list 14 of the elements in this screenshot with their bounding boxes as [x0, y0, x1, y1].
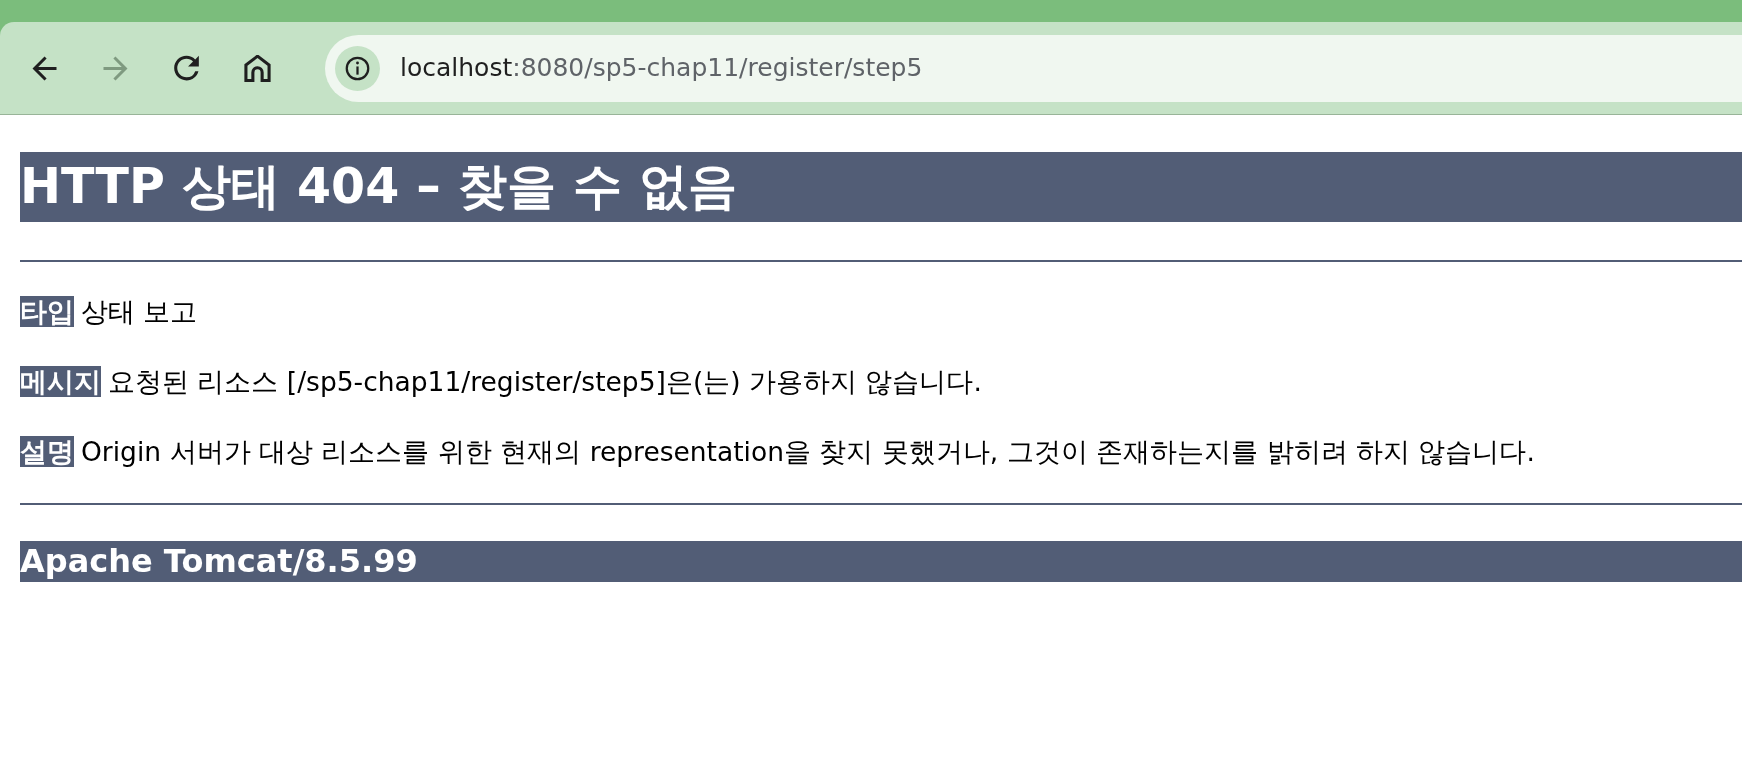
field-value: 상태 보고 — [81, 296, 198, 327]
address-bar[interactable]: localhost:8080/sp5-chap11/register/step5 — [325, 34, 1742, 102]
reload-icon[interactable] — [173, 54, 200, 82]
url-text: localhost:8080/sp5-chap11/register/step5 — [400, 53, 923, 83]
page-heading: HTTP 상태 404 – 찾을 수 없음 — [20, 152, 1742, 222]
field-label: 메시지 — [20, 366, 101, 397]
server-version-heading: Apache Tomcat/8.5.99 — [20, 541, 1742, 582]
field-value: 요청된 리소스 [/sp5-chap11/register/step5]은(는) 가용하지 않습니다. — [108, 366, 982, 397]
house-icon[interactable] — [244, 54, 271, 82]
field-label: 타입 — [20, 296, 74, 327]
field-value: Origin 서버가 대상 리소스를 위한 현재의 representation을 찾지 못했거나, 그것이 존재하는지를 밝히려 하지 않습니다. — [81, 436, 1535, 467]
field-label: 설명 — [20, 436, 74, 467]
info-icon[interactable] — [335, 45, 380, 91]
arrow-left-icon[interactable] — [31, 54, 58, 82]
